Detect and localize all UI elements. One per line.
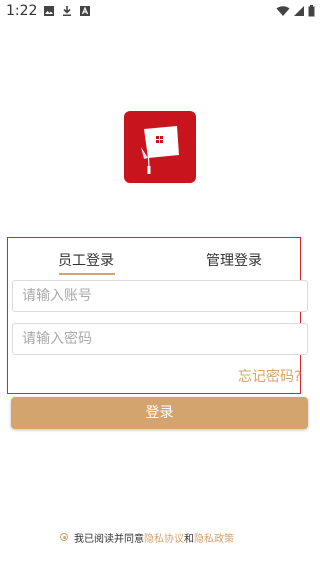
privacy-policy-link[interactable]: 隐私政策 bbox=[194, 530, 234, 545]
agreement-radio[interactable] bbox=[60, 533, 68, 541]
signal-icon bbox=[294, 6, 304, 16]
forgot-password-link[interactable]: 忘记密码? bbox=[238, 366, 301, 386]
agreement-row: 我已阅读并同意 隐私协议 和 隐私政策 bbox=[60, 530, 234, 545]
app-logo bbox=[124, 111, 196, 183]
graduation-cap-icon bbox=[141, 126, 179, 174]
wifi-icon bbox=[276, 6, 290, 16]
agreement-prefix: 我已阅读并同意 bbox=[74, 533, 144, 545]
agreement-and: 和 bbox=[184, 533, 194, 545]
password-input[interactable] bbox=[12, 323, 308, 355]
battery-icon bbox=[308, 5, 315, 17]
tab-staff-login[interactable]: 员工登录 bbox=[58, 246, 114, 276]
account-input[interactable] bbox=[12, 280, 308, 312]
privacy-agreement-link[interactable]: 隐私协议 bbox=[144, 530, 184, 545]
login-tabs: 员工登录 管理登录 bbox=[8, 246, 300, 276]
active-tab-indicator bbox=[59, 273, 115, 275]
agreement-radio-dot bbox=[62, 535, 66, 539]
text-icon bbox=[80, 6, 90, 16]
status-bar: 1:22 bbox=[0, 0, 320, 24]
download-icon bbox=[63, 6, 71, 16]
login-button[interactable]: 登录 bbox=[11, 397, 308, 429]
status-time: 1:22 bbox=[6, 3, 38, 19]
login-panel: 员工登录 管理登录 忘记密码? bbox=[7, 237, 308, 394]
image-icon bbox=[44, 6, 54, 16]
login-screen: 1:22 员工登录 管理登录 请输入账号 忘记密码? 登录 我已阅读并同意 隐私… bbox=[0, 0, 320, 568]
tab-admin-login[interactable]: 管理登录 bbox=[206, 246, 262, 276]
